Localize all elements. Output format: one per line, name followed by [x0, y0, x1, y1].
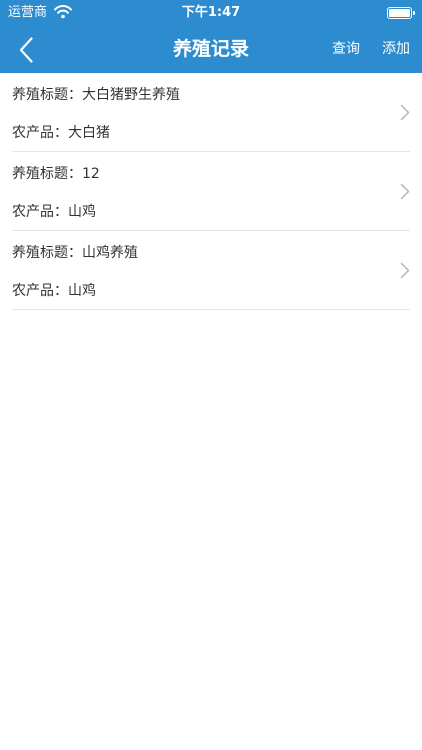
chevron-right-icon [400, 183, 410, 200]
header: 运营商 下午1:47 养殖记录 查询 添加 [0, 0, 422, 73]
chevron-right-icon [400, 104, 410, 121]
add-button[interactable]: 添加 [382, 27, 410, 73]
status-bar: 运营商 下午1:47 [0, 0, 422, 27]
record-row-1[interactable]: 养殖标题：大白猪野生养殖 农产品：大白猪 [12, 73, 410, 152]
battery-icon [387, 7, 415, 19]
nav-bar: 养殖记录 查询 添加 [0, 27, 422, 73]
record-title: 养殖标题：12 [12, 166, 100, 182]
record-row-2[interactable]: 养殖标题：12 农产品：山鸡 [12, 152, 410, 231]
chevron-right-icon [400, 262, 410, 279]
query-button[interactable]: 查询 [332, 27, 360, 73]
record-row-3[interactable]: 养殖标题：山鸡养殖 农产品：山鸡 [12, 231, 410, 310]
record-product: 农产品：山鸡 [12, 204, 96, 220]
record-list: 养殖标题：大白猪野生养殖 农产品：大白猪 养殖标题：12 农产品：山鸡 养殖标题… [0, 73, 422, 310]
record-title: 养殖标题：大白猪野生养殖 [12, 87, 180, 103]
record-product: 农产品：大白猪 [12, 125, 110, 141]
record-title: 养殖标题：山鸡养殖 [12, 245, 138, 261]
record-product: 农产品：山鸡 [12, 283, 96, 299]
status-time: 下午1:47 [181, 5, 241, 20]
